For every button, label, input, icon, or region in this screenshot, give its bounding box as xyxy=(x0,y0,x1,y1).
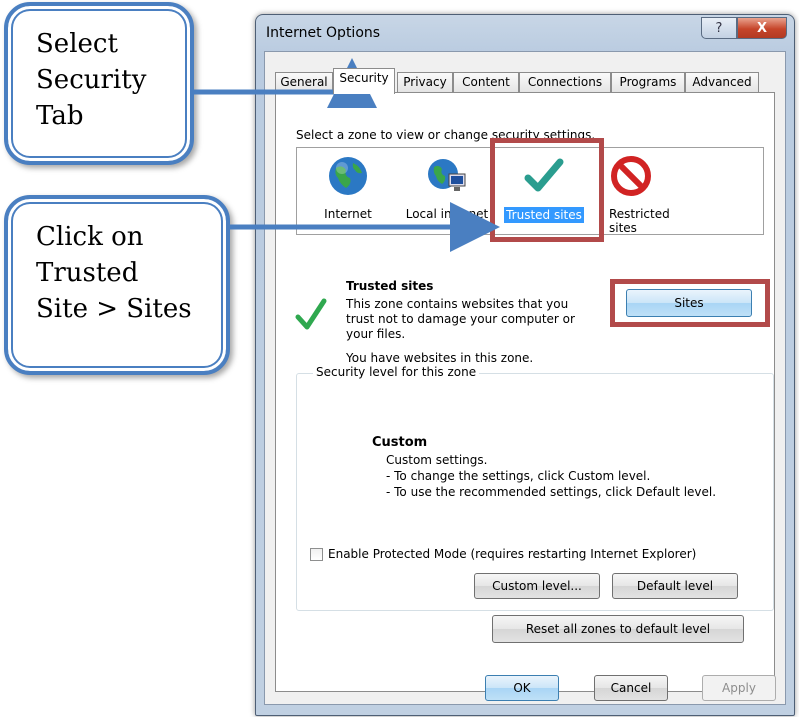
tab-security[interactable]: Security xyxy=(333,68,395,94)
callout-arrows xyxy=(190,58,500,252)
arrow-to-security-tab xyxy=(190,58,377,108)
